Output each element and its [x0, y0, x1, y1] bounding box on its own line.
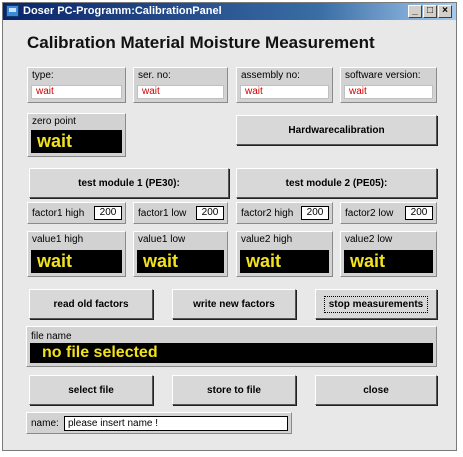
select-file-button[interactable]: select file: [29, 375, 153, 405]
software-label: software version:: [345, 70, 421, 81]
factor2-high-field: factor2 high 200: [236, 202, 333, 224]
value1-high-label: value1 high: [32, 234, 84, 245]
type-label: type:: [32, 70, 54, 81]
assembly-field: assembly no: wait: [236, 67, 333, 103]
value2-high-field: value2 high wait: [236, 231, 333, 277]
close-window-button[interactable]: ×: [438, 5, 452, 18]
zero-point-value: wait: [31, 130, 122, 153]
value1-low-field: value1 low wait: [133, 231, 228, 277]
assembly-label: assembly no:: [241, 70, 300, 81]
minimize-button[interactable]: _: [408, 5, 422, 18]
software-field: software version: wait: [340, 67, 437, 103]
zero-point-label: zero point: [32, 116, 76, 127]
factor1-low-field: factor1 low 200: [133, 202, 228, 224]
zero-point-field: zero point wait: [27, 113, 126, 157]
title-bar[interactable]: Doser PC-Programm:CalibrationPanel _ □ ×: [3, 3, 456, 20]
page-title: Calibration Material Moisture Measuremen…: [27, 33, 375, 52]
factor2-low-input[interactable]: 200: [405, 206, 433, 220]
factor1-high-field: factor1 high 200: [27, 202, 126, 224]
value2-high-label: value2 high: [241, 234, 293, 245]
factor2-low-field: factor2 low 200: [340, 202, 437, 224]
serno-label: ser. no:: [138, 70, 171, 81]
stop-measurements-label: stop measurements: [323, 295, 429, 313]
factor2-high-input[interactable]: 200: [301, 206, 329, 220]
factor2-high-label: factor2 high: [241, 208, 294, 219]
name-field: name: please insert name !: [26, 412, 292, 434]
factor1-low-input[interactable]: 200: [196, 206, 224, 220]
read-old-factors-button[interactable]: read old factors: [29, 289, 153, 319]
value2-low-field: value2 low wait: [340, 231, 437, 277]
factor1-low-label: factor1 low: [138, 208, 187, 219]
value1-high-display: wait: [31, 250, 122, 273]
value2-low-display: wait: [344, 250, 433, 273]
maximize-button[interactable]: □: [423, 5, 437, 18]
hardware-calibration-button[interactable]: Hardwarecalibration: [236, 115, 437, 145]
value2-high-display: wait: [240, 250, 329, 273]
type-value: wait: [31, 85, 122, 99]
value1-low-display: wait: [137, 250, 224, 273]
test-module-2-button[interactable]: test module 2 (PE05):: [236, 168, 437, 198]
factor1-high-label: factor1 high: [32, 208, 85, 219]
assembly-value: wait: [240, 85, 329, 99]
type-field: type: wait: [27, 67, 126, 103]
software-value: wait: [344, 85, 433, 99]
write-new-factors-button[interactable]: write new factors: [172, 289, 296, 319]
stop-measurements-button[interactable]: stop measurements: [315, 289, 437, 319]
test-module-1-button[interactable]: test module 1 (PE30):: [29, 168, 229, 198]
file-name-display: no file selected: [30, 343, 433, 363]
store-to-file-button[interactable]: store to file: [172, 375, 296, 405]
file-name-field: file name no file selected: [26, 326, 437, 367]
factor1-high-input[interactable]: 200: [94, 206, 122, 220]
factor2-low-label: factor2 low: [345, 208, 394, 219]
value2-low-label: value2 low: [345, 234, 393, 245]
file-name-label: file name: [31, 331, 72, 342]
name-input[interactable]: please insert name !: [64, 416, 288, 431]
value1-high-field: value1 high wait: [27, 231, 126, 277]
close-button[interactable]: close: [315, 375, 437, 405]
app-icon: [6, 5, 19, 17]
window-title: Doser PC-Programm:CalibrationPanel: [23, 5, 222, 17]
serno-value: wait: [137, 85, 224, 99]
name-label: name:: [31, 418, 59, 429]
serno-field: ser. no: wait: [133, 67, 228, 103]
value1-low-label: value1 low: [138, 234, 186, 245]
